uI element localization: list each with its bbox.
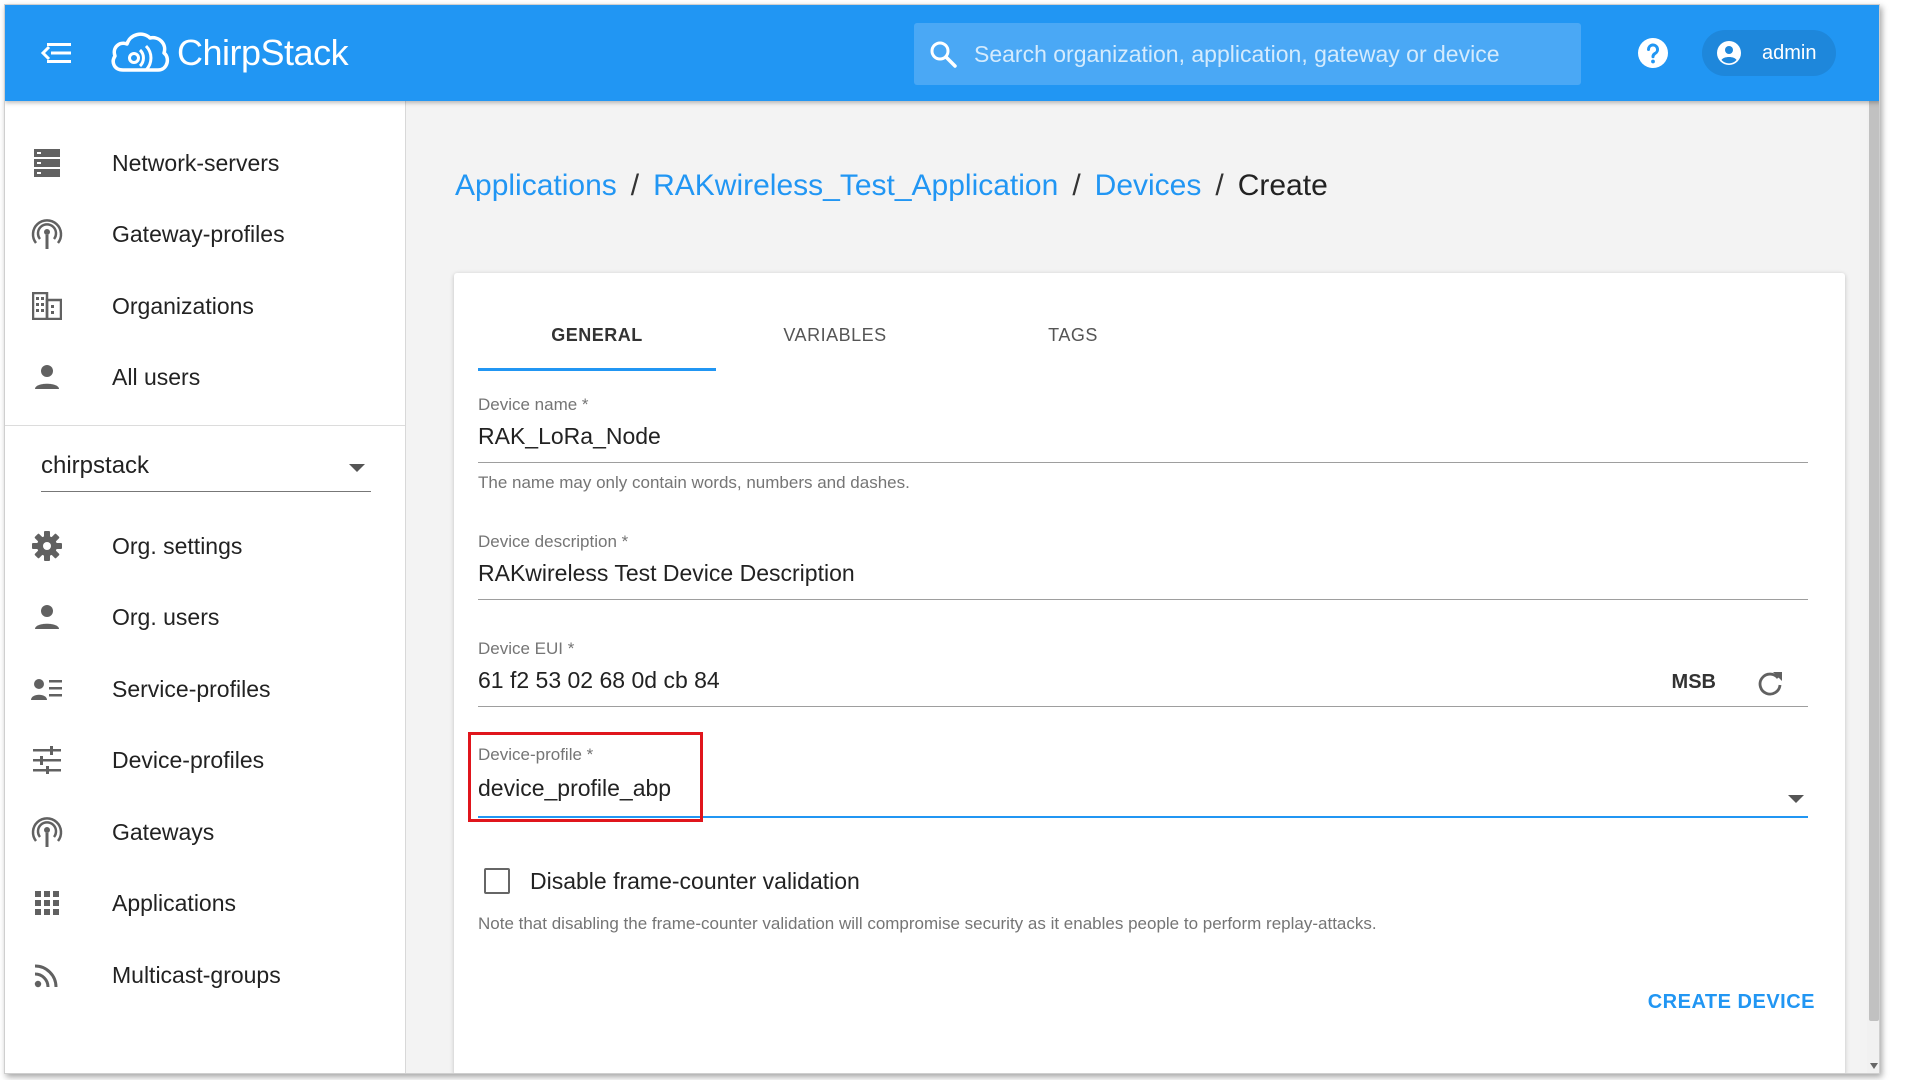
sidebar-item-device-profiles[interactable]: Device-profiles bbox=[5, 728, 405, 792]
sidebar-item-label: Service-profiles bbox=[112, 675, 271, 702]
sidebar-item-label: Org. settings bbox=[112, 532, 243, 559]
user-menu-button[interactable]: admin bbox=[1702, 30, 1836, 76]
disable-frame-counter-checkbox[interactable] bbox=[484, 868, 510, 894]
sidebar-item-label: Gateway-profiles bbox=[112, 220, 285, 247]
breadcrumb-application-link[interactable]: RAKwireless_Test_Application bbox=[653, 169, 1058, 203]
tab-bar: GENERAL VARIABLES TAGS bbox=[478, 299, 1198, 371]
tab-tags[interactable]: TAGS bbox=[954, 299, 1192, 371]
person-icon bbox=[31, 361, 63, 393]
sidebar-item-service-profiles[interactable]: Service-profiles bbox=[5, 657, 405, 721]
chevron-down-icon bbox=[349, 464, 365, 472]
sidebar-item-label: Org. users bbox=[112, 603, 220, 630]
organization-select-value: chirpstack bbox=[41, 452, 150, 479]
sidebar-item-label: Multicast-groups bbox=[112, 961, 281, 988]
device-eui-underline bbox=[478, 706, 1808, 707]
search-icon bbox=[930, 41, 957, 68]
grid-icon bbox=[31, 887, 63, 919]
sidebar-item-gateways[interactable]: Gateways bbox=[5, 800, 405, 864]
antenna-icon bbox=[31, 816, 63, 848]
device-description-field: Device description * bbox=[478, 532, 1808, 602]
organization-select[interactable]: chirpstack bbox=[41, 442, 371, 492]
tab-general[interactable]: GENERAL bbox=[478, 299, 716, 371]
device-profile-underline bbox=[478, 816, 1808, 818]
user-name: admin bbox=[1762, 41, 1817, 64]
breadcrumb-separator: / bbox=[1215, 169, 1224, 202]
sidebar-item-gateway-profiles[interactable]: Gateway-profiles bbox=[5, 202, 405, 266]
sidebar-item-label: Network-servers bbox=[112, 149, 280, 176]
page-title: Create bbox=[1237, 169, 1328, 202]
sidebar-item-all-users[interactable]: All users bbox=[5, 345, 405, 409]
device-name-field: Device name * The name may only contain … bbox=[478, 395, 1808, 495]
breadcrumb-devices-link[interactable]: Devices bbox=[1095, 169, 1202, 203]
person-icon bbox=[31, 601, 63, 633]
sidebar-divider bbox=[5, 425, 405, 426]
breadcrumb-separator: / bbox=[1072, 169, 1081, 202]
server-icon bbox=[31, 147, 63, 179]
device-eui-field: Device EUI * MSB bbox=[478, 639, 1808, 709]
disable-frame-counter-checkbox-row[interactable]: Disable frame-counter validation bbox=[484, 861, 860, 901]
sidebar-item-label: All users bbox=[112, 363, 201, 390]
help-button[interactable] bbox=[1637, 37, 1669, 69]
app-logo[interactable]: ChirpStack bbox=[109, 23, 349, 83]
sidebar-item-org-settings[interactable]: Org. settings bbox=[5, 514, 405, 578]
antenna-icon bbox=[31, 218, 63, 250]
cloud-logo-icon bbox=[111, 32, 170, 72]
app-name: ChirpStack bbox=[177, 32, 349, 73]
create-device-button[interactable]: CREATE DEVICE bbox=[1648, 991, 1815, 1014]
sidebar-item-multicast-groups[interactable]: Multicast-groups bbox=[5, 943, 405, 1007]
building-icon bbox=[31, 290, 63, 322]
sidebar-item-applications[interactable]: Applications bbox=[5, 871, 405, 935]
tab-variables[interactable]: VARIABLES bbox=[716, 299, 954, 371]
active-tab-indicator bbox=[478, 368, 716, 371]
search-input[interactable] bbox=[958, 23, 1581, 85]
top-app-bar: ChirpStack admin bbox=[5, 5, 1879, 101]
device-profile-label: Device-profile * bbox=[478, 745, 594, 764]
breadcrumb-separator: / bbox=[630, 169, 640, 202]
breadcrumb-applications-link[interactable]: Applications bbox=[455, 169, 617, 203]
device-name-input[interactable] bbox=[478, 423, 1808, 450]
sidebar: Network-servers Gateway-profiles Organiz… bbox=[5, 101, 406, 1073]
sidebar-item-label: Gateways bbox=[112, 818, 215, 845]
frame-counter-note: Note that disabling the frame-counter va… bbox=[478, 914, 1377, 933]
sidebar-item-label: Organizations bbox=[112, 292, 254, 319]
sidebar-item-label: Device-profiles bbox=[112, 746, 265, 773]
page-scrollbar[interactable] bbox=[1867, 5, 1879, 1073]
device-description-label: Device description * bbox=[478, 532, 629, 551]
scroll-thumb[interactable] bbox=[1869, 31, 1879, 1021]
sidebar-item-label: Applications bbox=[112, 889, 237, 916]
device-profile-field[interactable]: Device-profile * device_profile_abp bbox=[478, 745, 1808, 825]
tune-icon bbox=[31, 744, 63, 776]
device-name-label: Device name * bbox=[478, 395, 589, 414]
device-name-helper-text: The name may only contain words, numbers… bbox=[478, 473, 910, 492]
disable-frame-counter-label: Disable frame-counter validation bbox=[530, 867, 860, 894]
search-bar bbox=[914, 23, 1581, 85]
sidebar-item-network-servers[interactable]: Network-servers bbox=[5, 131, 405, 195]
device-eui-input[interactable] bbox=[478, 667, 1578, 694]
device-description-input[interactable] bbox=[478, 560, 1808, 587]
menu-open-icon bbox=[40, 43, 71, 63]
rss-icon bbox=[31, 959, 63, 991]
account-circle-icon bbox=[1717, 41, 1741, 65]
browser-frame: ChirpStack admin bbox=[4, 4, 1880, 1074]
app-root: ChirpStack admin bbox=[0, 0, 1909, 1080]
profile-list-icon bbox=[31, 673, 63, 705]
breadcrumb: Applications / RAKwireless_Test_Applicat… bbox=[455, 169, 1328, 203]
gear-icon bbox=[31, 530, 63, 562]
device-profile-value: device_profile_abp bbox=[478, 775, 672, 801]
sidebar-item-organizations[interactable]: Organizations bbox=[5, 274, 405, 338]
chevron-down-icon[interactable] bbox=[1788, 795, 1804, 803]
device-description-underline bbox=[478, 599, 1808, 600]
refresh-icon[interactable] bbox=[1756, 669, 1784, 697]
device-name-underline bbox=[478, 462, 1808, 463]
device-eui-label: Device EUI * bbox=[478, 639, 575, 658]
scroll-down-arrow-icon[interactable] bbox=[1870, 1063, 1878, 1069]
sidebar-item-org-users[interactable]: Org. users bbox=[5, 585, 405, 649]
byte-order-toggle[interactable]: MSB bbox=[1672, 671, 1716, 694]
help-icon bbox=[1638, 38, 1668, 68]
menu-toggle-button[interactable] bbox=[39, 39, 75, 67]
device-form-card: GENERAL VARIABLES TAGS Device name * The… bbox=[454, 273, 1845, 1073]
